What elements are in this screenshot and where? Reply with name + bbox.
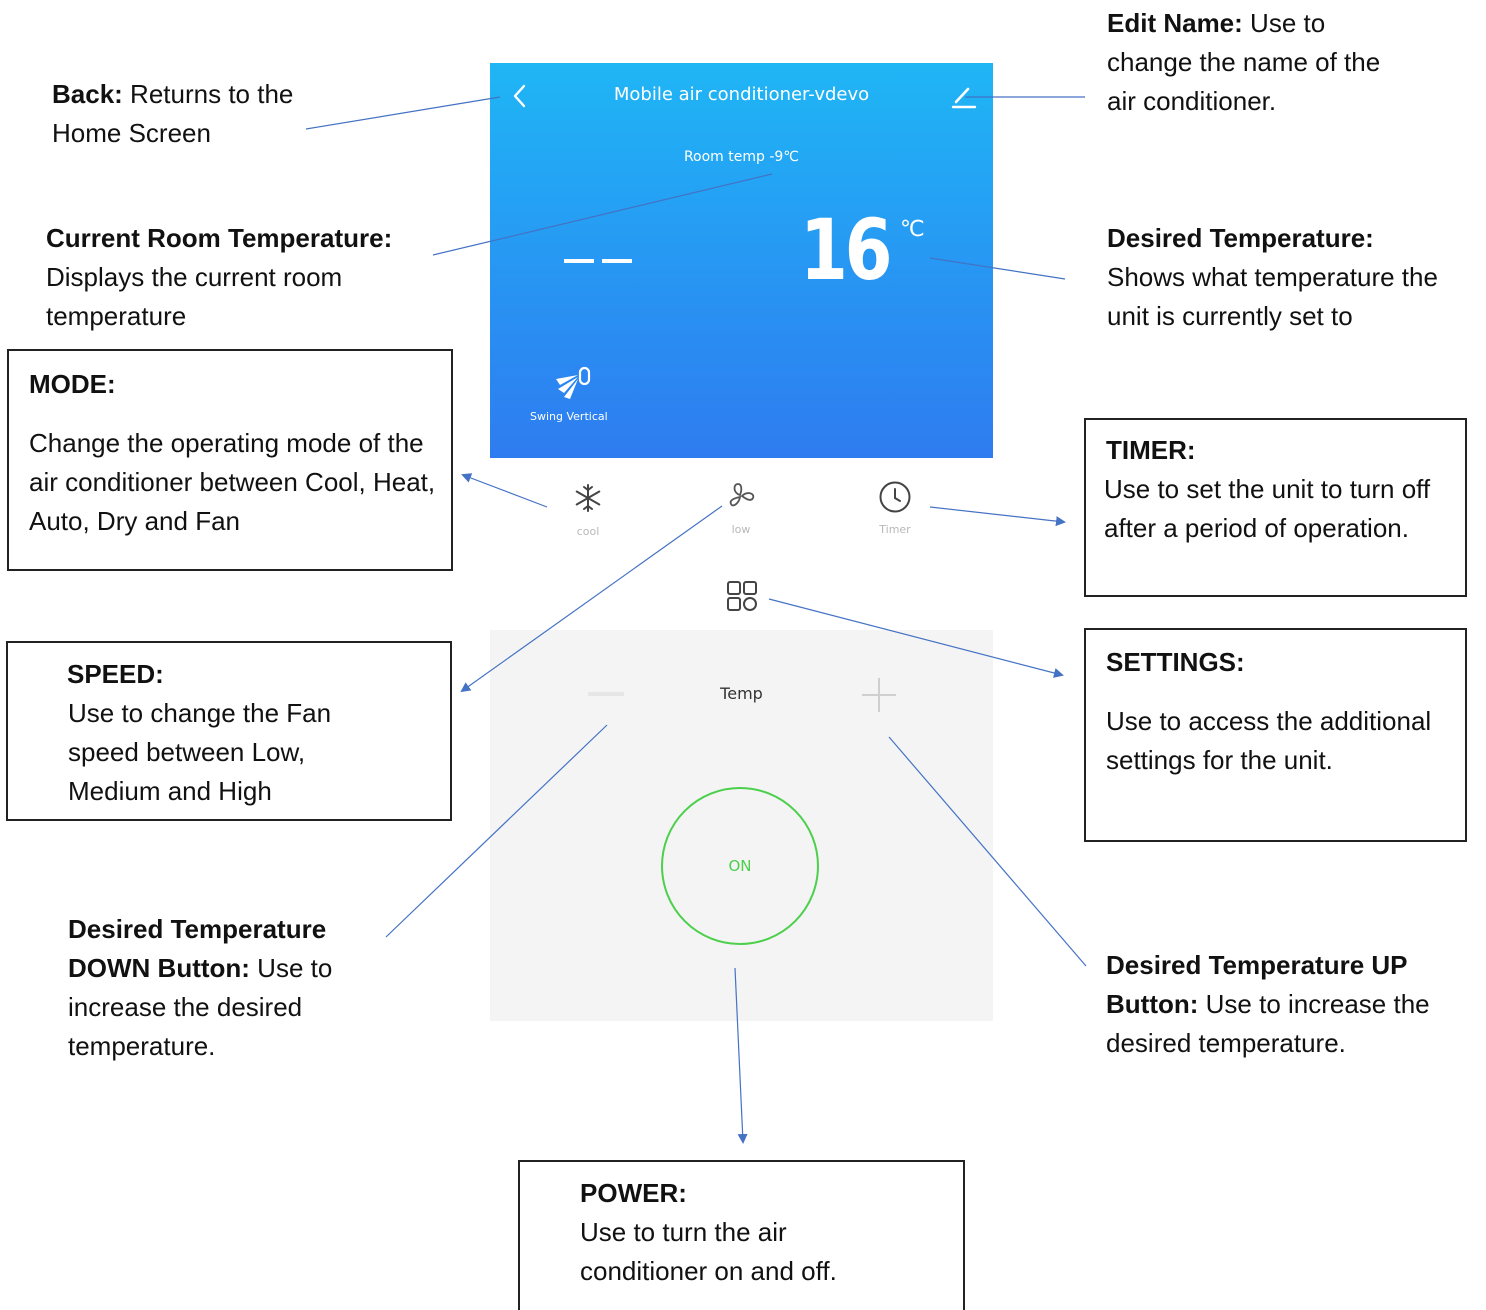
mode-callout: MODE: Change the operating mode of the a… <box>7 349 453 571</box>
mode-title: MODE: <box>29 369 116 399</box>
speed-title: SPEED: <box>67 659 164 689</box>
mode-pointer <box>461 473 548 508</box>
timer-text: Use to set the unit to turn off after a … <box>1104 474 1431 543</box>
power-callout: POWER: Use to turn the air conditioner o… <box>518 1160 965 1310</box>
room-temp-annotation: Current Room Temperature: Displays the c… <box>46 223 393 331</box>
speed-callout: SPEED: Use to change the Fan speed betwe… <box>6 641 452 821</box>
settings-pointer <box>768 598 1064 678</box>
speed-text: Use to change the Fan speed between Low,… <box>68 698 332 806</box>
power-text: Use to turn the air conditioner on and o… <box>580 1217 837 1286</box>
settings-callout: SETTINGS: Use to access the additional s… <box>1084 628 1467 842</box>
timer-title: TIMER: <box>1106 435 1196 465</box>
power-title: POWER: <box>580 1178 687 1208</box>
temp-down-annotation: Desired Temperature DOWN Button: Use to … <box>68 914 333 1061</box>
mode-text: Change the operating mode of the air con… <box>29 428 436 536</box>
settings-title: SETTINGS: <box>1106 647 1245 677</box>
edit-name-annotation: Edit Name: Use to change the name of the… <box>1107 8 1381 116</box>
timer-callout: TIMER: Use to set the unit to turn off a… <box>1084 418 1467 597</box>
room-temp-pointer <box>432 173 773 256</box>
settings-text: Use to access the additional settings fo… <box>1106 706 1432 775</box>
back-pointer <box>305 96 501 130</box>
speed-pointer <box>460 505 723 693</box>
back-annotation: Back: Returns to the Home Screen <box>52 79 294 148</box>
temp-up-pointer <box>888 736 1087 967</box>
power-pointer <box>734 967 748 1144</box>
desired-temp-pointer <box>929 257 1066 280</box>
desired-temp-annotation: Desired Temperature: Shows what temperatu… <box>1107 223 1438 331</box>
timer-pointer <box>929 506 1066 527</box>
temp-up-annotation: Desired Temperature UP Button: Use to in… <box>1106 950 1430 1058</box>
